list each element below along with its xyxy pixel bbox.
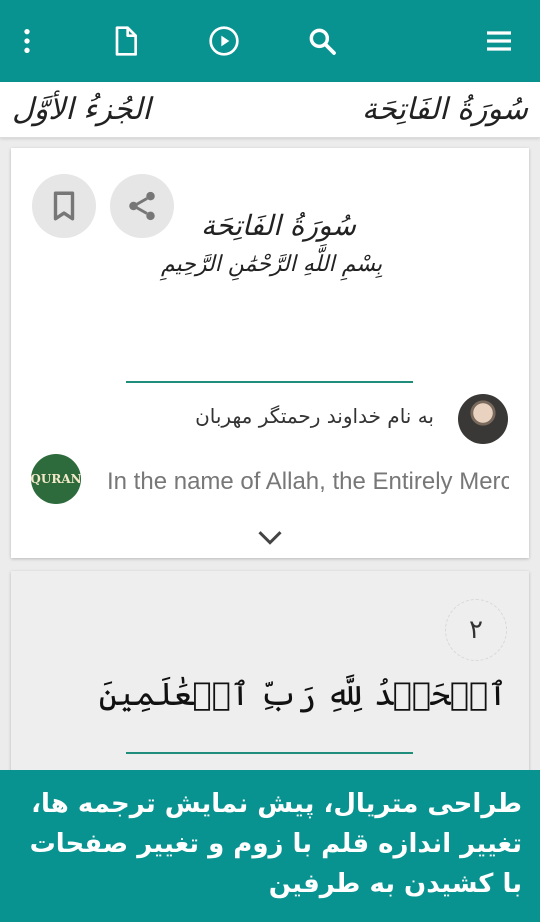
search-button[interactable] [299,18,345,64]
document-button[interactable] [102,18,148,64]
basmala-calligraphy: بِسْمِ اللَّهِ الرَّحْمَٰنِ الرَّحِيمِ [161,252,383,277]
menu-button[interactable] [476,18,522,64]
ayah-text: ٱلۡحَمۡدُ لِلَّهِ رَبِّ ٱلۡعَٰلَمِينَ [98,675,507,713]
ayah-number-badge: ۲ [445,599,507,661]
translator-avatar [458,394,508,444]
play-circle-icon [209,26,239,56]
search-icon [309,28,336,55]
bookmark-button[interactable] [32,174,96,238]
english-translation: In the name of Allah, the Entirely Merci… [107,468,509,495]
more-vert-icon [24,29,30,53]
menu-icon [487,31,511,51]
surah-name-header: سُورَةُ الفَاتِحَة [362,92,528,127]
feature-banner: طراحی متریال، پیش نمایش ترجمه ها، تغییر … [0,770,540,922]
juz-header-bar: الجُزءُ الأوَّل سُورَةُ الفَاتِحَة [0,82,540,138]
bookmark-icon [53,191,75,221]
persian-translation: به نام خداوند رحمتگر مهربان [195,404,434,428]
more-options-button[interactable] [4,18,50,64]
chevron-down-icon[interactable] [256,528,284,548]
feature-banner-text: طراحی متریال، پیش نمایش ترجمه ها، تغییر … [29,789,522,899]
surah-title-calligraphy: سُورَةُ الفَاتِحَة [201,209,356,242]
share-icon [129,191,155,221]
quran-logo-icon: QURAN [31,472,81,486]
divider [126,381,413,383]
document-icon [115,26,137,56]
surah-header-card[interactable]: سُورَةُ الفَاتِحَة بِسْمِ اللَّهِ الرَّح… [11,148,529,558]
divider [126,752,413,754]
juz-name: الجُزءُ الأوَّل [12,92,151,127]
quran-logo-avatar: QURAN [31,454,81,504]
share-button[interactable] [110,174,174,238]
play-button[interactable] [201,18,247,64]
app-bar [0,0,540,82]
